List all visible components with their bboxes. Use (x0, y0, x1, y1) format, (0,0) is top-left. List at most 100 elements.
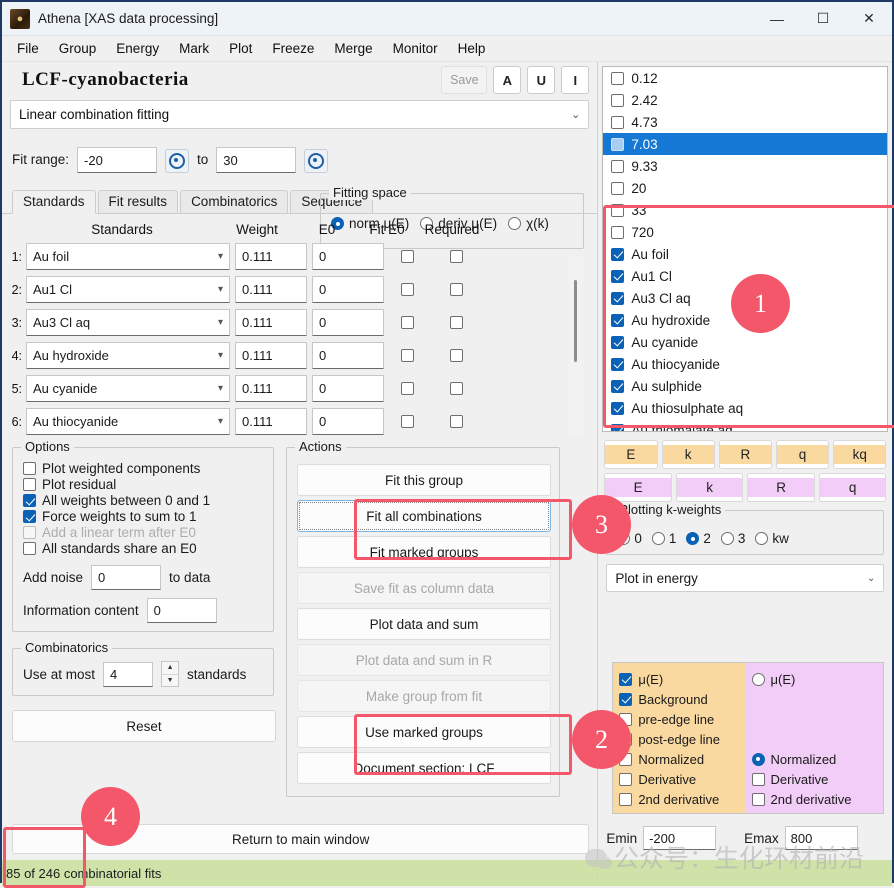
plot-option-derivative[interactable]: Derivative (619, 769, 741, 789)
standard-select[interactable]: Au thiocyanide ▾ (26, 408, 230, 435)
list-item[interactable]: Au cyanide (603, 331, 887, 353)
weight-input[interactable]: 0.111 (235, 375, 307, 402)
menu-group[interactable]: Group (50, 38, 106, 59)
required-checkbox[interactable] (449, 250, 463, 263)
group-checkbox[interactable] (611, 423, 625, 431)
weight-input[interactable]: 0.111 (235, 342, 307, 369)
list-item[interactable]: Au thiocyanide (603, 353, 887, 375)
option-plot-weighted-components[interactable]: Plot weighted components (23, 461, 263, 476)
group-checkbox[interactable] (611, 291, 625, 305)
use-at-most-input[interactable]: 4 (103, 661, 154, 687)
fit-this-group-button[interactable]: Fit this group (297, 464, 551, 496)
fit-range-max-pick-icon[interactable] (304, 149, 329, 173)
button-a[interactable]: A (493, 66, 522, 94)
standard-select[interactable]: Au cyanide ▾ (26, 375, 230, 402)
plot-button-q[interactable]: q (775, 440, 830, 469)
required-checkbox[interactable] (449, 349, 463, 362)
list-item[interactable]: 9.33 (603, 155, 887, 177)
group-checkbox[interactable] (611, 225, 625, 239)
list-item[interactable]: 4.73 (603, 111, 887, 133)
standard-select[interactable]: Au1 Cl ▾ (26, 276, 230, 303)
reset-button[interactable]: Reset (12, 710, 276, 742)
required-checkbox[interactable] (449, 316, 463, 329)
required-checkbox[interactable] (449, 382, 463, 395)
list-item-selected[interactable]: 7.03 (603, 133, 888, 155)
button-u[interactable]: U (527, 66, 556, 94)
k-weight-kw[interactable]: kw (755, 531, 789, 546)
plot-option-background[interactable]: Background (619, 689, 741, 709)
fit-e0-checkbox[interactable] (400, 415, 414, 428)
marked-plot-button-r[interactable]: R (747, 473, 815, 502)
button-i[interactable]: I (561, 66, 590, 94)
list-item[interactable]: Au sulphide (603, 375, 887, 397)
standard-select[interactable]: Au3 Cl aq ▾ (26, 309, 230, 336)
group-checkbox[interactable] (611, 379, 625, 393)
required-checkbox[interactable] (449, 415, 463, 428)
group-checkbox[interactable] (611, 159, 625, 173)
marked-plot-button-q[interactable]: q (818, 473, 887, 502)
plot-button-r[interactable]: R (718, 440, 772, 469)
add-noise-input[interactable]: 0 (91, 565, 162, 590)
close-icon[interactable]: ✕ (846, 2, 892, 35)
marked-plot-option-2nd-derivative[interactable]: 2nd derivative (751, 789, 880, 809)
save-button[interactable]: Save (441, 66, 488, 94)
fit-e0-checkbox[interactable] (400, 283, 414, 296)
fit-marked-groups-button[interactable]: Fit marked groups (297, 536, 551, 568)
plot-button-kq[interactable]: kq (833, 440, 887, 469)
e0-input[interactable]: 0 (312, 243, 384, 270)
list-item[interactable]: Au foil (603, 243, 887, 265)
fit-all-combinations-button[interactable]: Fit all combinations (297, 500, 551, 532)
menu-energy[interactable]: Energy (107, 38, 168, 59)
marked-plot-option-normalized[interactable]: Normalized (751, 749, 880, 769)
e0-input[interactable]: 0 (312, 309, 384, 336)
group-checkbox[interactable] (611, 247, 625, 261)
menu-merge[interactable]: Merge (325, 38, 381, 59)
list-item[interactable]: 2.42 (603, 89, 887, 111)
group-checkbox[interactable] (611, 335, 625, 349)
plot-button-e[interactable]: E (604, 440, 658, 469)
plot-option-2nd-derivative[interactable]: 2nd derivative (619, 789, 741, 809)
group-checkbox[interactable] (611, 181, 625, 195)
group-list[interactable]: 0.12 2.42 4.73 7.03 9.33 20 33 720 Au fo… (602, 66, 889, 432)
group-checkbox[interactable] (611, 115, 625, 129)
module-select[interactable]: Linear combination fitting ⌄ (10, 100, 590, 129)
list-item[interactable]: Au thiosulphate aq (603, 397, 887, 419)
group-checkbox[interactable] (611, 93, 625, 107)
use-at-most-stepper[interactable]: ▲ ▼ (161, 661, 180, 687)
weight-input[interactable]: 0.111 (235, 309, 307, 336)
menu-plot[interactable]: Plot (220, 38, 261, 59)
plot-option-post-edge-line[interactable]: post-edge line (619, 729, 741, 749)
standard-select[interactable]: Au hydroxide ▾ (26, 342, 230, 369)
standard-select[interactable]: Au foil ▾ (26, 243, 230, 270)
tab-combinatorics[interactable]: Combinatorics (180, 190, 289, 213)
menu-monitor[interactable]: Monitor (384, 38, 447, 59)
list-item[interactable]: 33 (603, 199, 887, 221)
weight-input[interactable]: 0.111 (235, 408, 307, 435)
required-checkbox[interactable] (449, 283, 463, 296)
group-checkbox[interactable] (611, 401, 625, 415)
use-marked-groups-button[interactable]: Use marked groups (297, 716, 551, 748)
list-item[interactable]: Au thiomalate aq (603, 419, 887, 431)
fit-e0-checkbox[interactable] (400, 349, 414, 362)
menu-help[interactable]: Help (449, 38, 495, 59)
minimize-icon[interactable]: — (754, 2, 800, 35)
e0-input[interactable]: 0 (312, 408, 384, 435)
emin-input[interactable]: -200 (643, 826, 717, 850)
weight-input[interactable]: 0.111 (235, 276, 307, 303)
fit-range-min-pick-icon[interactable] (165, 149, 190, 173)
k-weight-1[interactable]: 1 (651, 531, 676, 546)
e0-input[interactable]: 0 (312, 342, 384, 369)
option-force-weights-sum-to-1[interactable]: Force weights to sum to 1 (23, 509, 263, 524)
menu-file[interactable]: File (8, 38, 48, 59)
stepper-up-icon[interactable]: ▲ (162, 662, 179, 675)
plot-option-mu-e[interactable]: μ(E) (619, 669, 741, 689)
tab-standards[interactable]: Standards (12, 190, 96, 214)
option-plot-residual[interactable]: Plot residual (23, 477, 263, 492)
list-item[interactable]: 20 (603, 177, 887, 199)
list-item[interactable]: 720 (603, 221, 887, 243)
stepper-down-icon[interactable]: ▼ (162, 675, 178, 687)
plot-option-pre-edge-line[interactable]: pre-edge line (619, 709, 741, 729)
e0-input[interactable]: 0 (312, 276, 384, 303)
option-all-standards-share-e0[interactable]: All standards share an E0 (23, 541, 263, 556)
e0-input[interactable]: 0 (312, 375, 384, 402)
